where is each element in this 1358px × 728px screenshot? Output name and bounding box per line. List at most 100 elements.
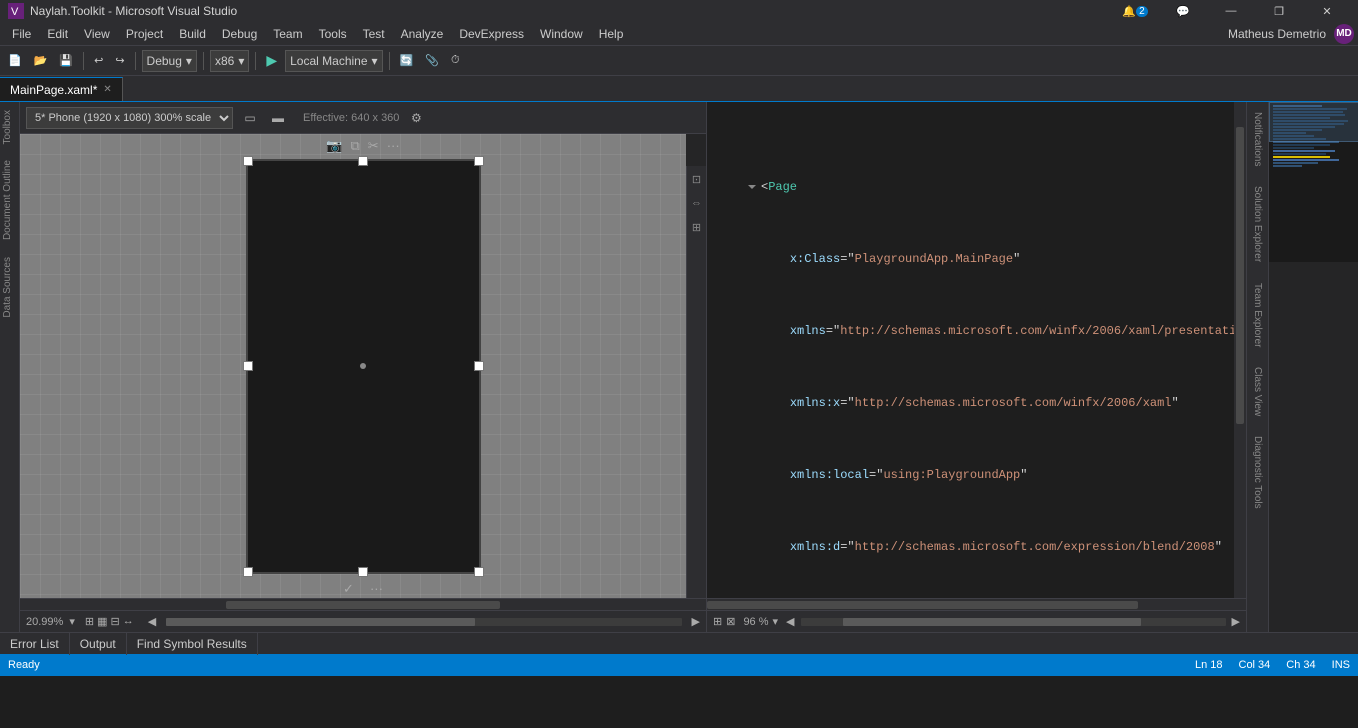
solution-explorer-panel[interactable]: Solution Explorer [1250,180,1265,268]
menu-window[interactable]: Window [532,22,591,46]
handle-bl[interactable] [243,567,253,577]
menu-bar: File Edit View Project Build Debug Team … [0,22,1358,46]
code-zoom-icon-1[interactable]: ⊞ [713,615,722,628]
diagnostic-tools-panel[interactable]: Diagnostic Tools [1250,430,1265,515]
crop-icon[interactable]: ⧉ [350,138,359,154]
code-hscroll[interactable] [707,598,1246,610]
platform-dropdown[interactable]: x86 ▾ [210,50,249,72]
notifications-panel[interactable]: Notifications [1250,106,1265,172]
mini-preview-inner [1269,102,1358,262]
cut-icon[interactable]: ✂ [368,138,379,154]
device-bottom-toolbar: ✓ ··· [248,576,479,599]
designer-canvas: 📷 ⧉ ✂ ··· [20,134,706,598]
scroll-right-btn[interactable]: ▶ [692,615,700,628]
title-bar-controls: 🔔 2 💬 — ❐ ✕ [1112,0,1350,22]
toolbox-label[interactable]: Toolbox [0,102,19,152]
code-scroll-right[interactable]: ▶ [1232,615,1240,628]
center-indicator [360,363,366,369]
run-btn[interactable]: ▶ [262,50,281,72]
menu-build[interactable]: Build [171,22,214,46]
find-symbol-tab[interactable]: Find Symbol Results [127,633,258,655]
tab-close-btn[interactable]: ✕ [103,84,111,95]
tab-label: MainPage.xaml* [10,83,97,97]
status-line: Ln 18 [1195,659,1223,671]
close-btn[interactable]: ✕ [1304,0,1350,22]
menu-team[interactable]: Team [265,22,310,46]
handle-br[interactable] [474,567,484,577]
zoom-actual-btn[interactable]: ⇔ [688,194,706,212]
menu-help[interactable]: Help [591,22,632,46]
menu-analyze[interactable]: Analyze [393,22,452,46]
maximize-btn[interactable]: ❐ [1256,0,1302,22]
menu-tools[interactable]: Tools [311,22,355,46]
code-vscroll-thumb[interactable] [1236,127,1244,425]
grid-icon-btn[interactable]: ⊞ [85,615,94,628]
output-tab[interactable]: Output [70,633,127,655]
redo-btn[interactable]: ↪ [111,50,128,72]
code-hscroll-thumb[interactable] [707,601,1138,609]
fit-icon-btn[interactable]: ↔ [123,615,134,628]
landscape-btn[interactable]: ▬ [267,107,289,129]
handle-ml[interactable] [243,361,253,371]
collapse-1[interactable] [745,178,759,196]
menu-edit[interactable]: Edit [39,22,76,46]
handle-bm[interactable] [358,567,368,577]
attach-btn[interactable]: 📎 [421,50,443,72]
perf-btn[interactable]: ⏱ [447,50,464,72]
code-vscroll[interactable] [1234,102,1246,598]
open-btn[interactable]: 📂 [30,50,52,72]
error-list-tab[interactable]: Error List [0,633,70,655]
document-outline-label[interactable]: Document Outline [0,152,19,248]
designer-hscroll-thumb[interactable] [226,601,500,609]
menu-view[interactable]: View [76,22,118,46]
more-icon[interactable]: ··· [387,138,400,153]
menu-devexpress[interactable]: DevExpress [451,22,532,46]
feedback-btn[interactable]: 💬 [1160,0,1206,22]
menu-test[interactable]: Test [355,22,393,46]
data-sources-label[interactable]: Data Sources [0,249,19,326]
notifications-btn[interactable]: 🔔 2 [1112,0,1158,22]
save-btn[interactable]: 💾 [55,50,77,72]
minimize-btn[interactable]: — [1208,0,1254,22]
effective-size: Effective: 640 x 360 [303,112,399,124]
handle-tl[interactable] [243,156,253,166]
handle-tm[interactable] [358,156,368,166]
camera-icon[interactable]: 📷 [326,138,342,154]
portrait-btn[interactable]: ▭ [239,107,261,129]
guides-icon-btn[interactable]: ⊟ [110,615,119,628]
menu-file[interactable]: File [4,22,39,46]
device-screen [248,161,479,572]
user-name: Matheus Demetrio [1228,27,1326,41]
handle-mr[interactable] [474,361,484,371]
title-bar-left: V Naylah.Toolkit - Microsoft Visual Stud… [8,3,237,19]
snap-icon-btn[interactable]: ▦ [97,615,107,628]
separator-4 [255,52,256,70]
scroll-left-btn[interactable]: ◀ [148,615,156,628]
code-zoom-icon-2[interactable]: ⊠ [726,615,735,628]
code-scroll-left[interactable]: ◀ [786,615,794,628]
code-line-4: xmlns:x="http://schemas.microsoft.com/wi… [707,394,1246,412]
designer-hscroll[interactable] [20,598,706,610]
device-select[interactable]: 5* Phone (1920 x 1080) 300% scale [26,107,233,129]
check-icon[interactable]: ✓ [343,581,354,597]
settings-btn[interactable]: ⚙ [405,107,427,129]
run-target-dropdown[interactable]: Local Machine ▾ [285,50,382,72]
config-dropdown[interactable]: Debug ▾ [142,50,197,72]
menu-project[interactable]: Project [118,22,171,46]
class-view-panel[interactable]: Class View [1250,361,1265,422]
more-bottom-icon[interactable]: ··· [370,581,383,596]
zoom-fit-btn[interactable]: ⊡ [688,170,706,188]
minimap-viewport[interactable] [1269,102,1358,142]
tab-mainpage-xaml[interactable]: MainPage.xaml* ✕ [0,77,123,101]
new-project-btn[interactable]: 📄 [4,50,26,72]
user-avatar[interactable]: MD [1334,24,1354,44]
grid-btn[interactable]: ⊞ [688,218,706,236]
code-scroll[interactable]: <Page x:Class="PlaygroundApp.MainPage" [707,102,1246,598]
refresh-btn[interactable]: 🔄 [396,50,418,72]
menu-debug[interactable]: Debug [214,22,265,46]
team-explorer-panel[interactable]: Team Explorer [1250,277,1265,353]
title-bar: V Naylah.Toolkit - Microsoft Visual Stud… [0,0,1358,22]
undo-btn[interactable]: ↩ [90,50,107,72]
handle-tr[interactable] [474,156,484,166]
status-ch: Ch 34 [1286,659,1315,671]
